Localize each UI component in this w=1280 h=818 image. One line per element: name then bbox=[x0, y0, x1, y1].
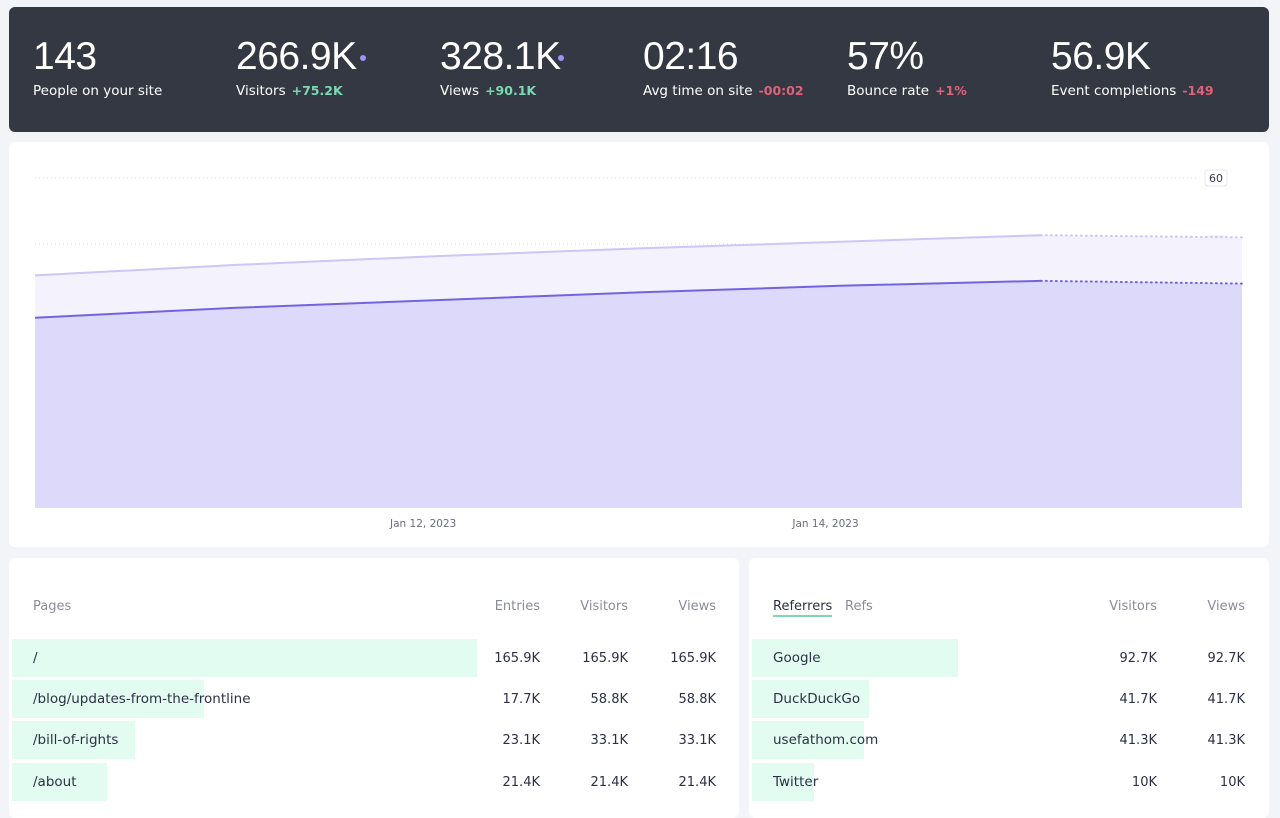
visitors-value: 41.7K bbox=[1067, 692, 1157, 707]
visitors-value: 10K bbox=[1067, 775, 1157, 790]
page-path[interactable]: / bbox=[33, 650, 38, 666]
traffic-chart[interactable]: 1224364860Jan 12, 2023Jan 14, 2023 bbox=[9, 142, 1269, 547]
visitors-value: 41.3K bbox=[1067, 733, 1157, 748]
referrers-card: Referrers Refs Visitors Views Google 92.… bbox=[749, 558, 1269, 818]
referrer-name[interactable]: Google bbox=[773, 650, 821, 666]
visitors-value: 58.8K bbox=[538, 692, 628, 707]
stat-label-text: Views bbox=[440, 83, 479, 99]
table-row[interactable]: /blog/updates-from-the-frontline 17.7K 5… bbox=[12, 680, 477, 718]
stat-value: 56.9K bbox=[1051, 37, 1150, 76]
stat-label: Visitors +75.2K bbox=[236, 83, 343, 99]
table-row[interactable]: Twitter 10K 10K bbox=[752, 763, 958, 801]
referrer-name[interactable]: Twitter bbox=[773, 774, 818, 790]
views-value: 33.1K bbox=[626, 733, 716, 748]
views-legend-dot bbox=[558, 55, 564, 61]
stat-delta: +1% bbox=[935, 83, 967, 98]
entries-value: 23.1K bbox=[450, 733, 540, 748]
views-value: 10K bbox=[1155, 775, 1245, 790]
col-views-header[interactable]: Views bbox=[626, 599, 716, 614]
stat-value: 57% bbox=[847, 37, 924, 76]
stat-label-text: Event completions bbox=[1051, 83, 1176, 99]
stat-label: Views +90.1K bbox=[440, 83, 536, 99]
table-row[interactable]: usefathom.com 41.3K 41.3K bbox=[752, 721, 958, 759]
views-value: 165.9K bbox=[626, 651, 716, 666]
visitors-legend-dot bbox=[360, 55, 366, 61]
stat-value: 266.9K bbox=[236, 37, 357, 76]
stat-label: Event completions -149 bbox=[1051, 83, 1214, 99]
pages-title: Pages bbox=[33, 599, 71, 614]
y-tick-label: 60 bbox=[1209, 172, 1223, 185]
referrer-name[interactable]: DuckDuckGo bbox=[773, 691, 860, 707]
views-value: 41.3K bbox=[1155, 733, 1245, 748]
visitors-area bbox=[35, 281, 1242, 508]
visitors-value: 21.4K bbox=[538, 775, 628, 790]
col-visitors-header[interactable]: Visitors bbox=[1067, 599, 1157, 614]
entries-value: 21.4K bbox=[450, 775, 540, 790]
stat-label-text: Visitors bbox=[236, 83, 286, 99]
stat-delta: +90.1K bbox=[485, 83, 536, 98]
col-visitors-header[interactable]: Visitors bbox=[538, 599, 628, 614]
table-row[interactable]: /about 21.4K 21.4K 21.4K bbox=[12, 763, 477, 801]
stat-value: 02:16 bbox=[643, 37, 738, 76]
x-tick-label: Jan 12, 2023 bbox=[389, 518, 456, 530]
views-value: 92.7K bbox=[1155, 651, 1245, 666]
stat-label: People on your site bbox=[33, 83, 162, 99]
stat-delta: +75.2K bbox=[292, 83, 343, 98]
stat-label: Avg time on site -00:02 bbox=[643, 83, 804, 99]
stat-delta: -00:02 bbox=[759, 83, 804, 98]
tab-referrers[interactable]: Referrers bbox=[773, 599, 832, 617]
page-path[interactable]: /bill-of-rights bbox=[33, 732, 118, 748]
visitors-value: 165.9K bbox=[538, 651, 628, 666]
stat-label-text: Bounce rate bbox=[847, 83, 929, 99]
views-value: 58.8K bbox=[626, 692, 716, 707]
row-share-bar bbox=[12, 639, 477, 677]
pages-card: Pages Entries Visitors Views / 165.9K 16… bbox=[9, 558, 739, 818]
stat-value: 143 bbox=[33, 37, 97, 76]
table-row[interactable]: / 165.9K 165.9K 165.9K bbox=[12, 639, 477, 677]
page-path[interactable]: /about bbox=[33, 774, 77, 790]
table-row[interactable]: DuckDuckGo 41.7K 41.7K bbox=[752, 680, 958, 718]
visitors-value: 33.1K bbox=[538, 733, 628, 748]
table-row[interactable]: Google 92.7K 92.7K bbox=[752, 639, 958, 677]
tab-refs[interactable]: Refs bbox=[845, 599, 873, 614]
page-path[interactable]: /blog/updates-from-the-frontline bbox=[33, 691, 251, 707]
visitors-value: 92.7K bbox=[1067, 651, 1157, 666]
views-value: 41.7K bbox=[1155, 692, 1245, 707]
traffic-chart-card: 1224364860Jan 12, 2023Jan 14, 2023 bbox=[9, 142, 1269, 547]
entries-value: 165.9K bbox=[450, 651, 540, 666]
stat-label: Bounce rate +1% bbox=[847, 83, 967, 99]
table-row[interactable]: /bill-of-rights 23.1K 33.1K 33.1K bbox=[12, 721, 477, 759]
stat-delta: -149 bbox=[1182, 83, 1213, 98]
stat-label-text: People on your site bbox=[33, 83, 162, 99]
x-tick-label: Jan 14, 2023 bbox=[791, 518, 858, 530]
stats-bar: 143 People on your site 266.9K Visitors +… bbox=[9, 7, 1269, 132]
col-views-header[interactable]: Views bbox=[1155, 599, 1245, 614]
col-entries-header[interactable]: Entries bbox=[450, 599, 540, 614]
views-value: 21.4K bbox=[626, 775, 716, 790]
stat-label-text: Avg time on site bbox=[643, 83, 753, 99]
entries-value: 17.7K bbox=[450, 692, 540, 707]
referrer-name[interactable]: usefathom.com bbox=[773, 732, 878, 748]
stat-value: 328.1K bbox=[440, 37, 561, 76]
